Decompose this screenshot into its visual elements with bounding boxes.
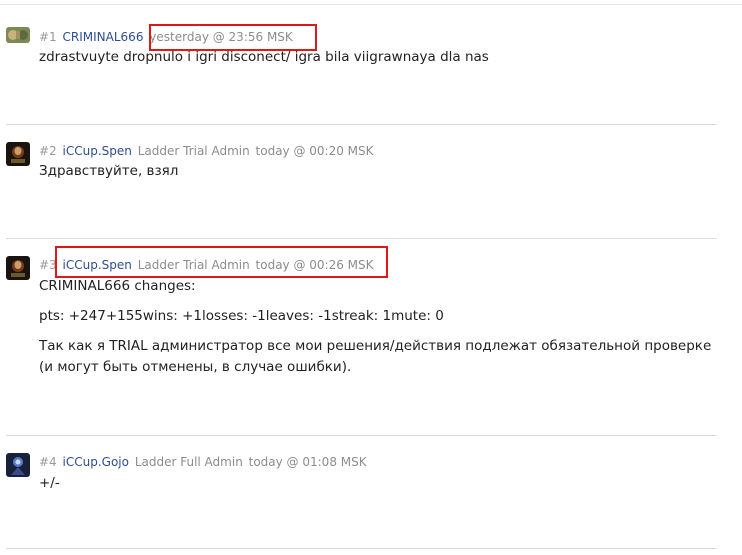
post-body: Здравствуйте, взял [39,161,729,182]
highlight-box [149,24,317,51]
post-header: #2 iCCup.Spen Ladder Trial Admin today @… [39,143,374,159]
post-date[interactable]: today @ 00:20 MSK [256,144,374,158]
post-number[interactable]: #4 [39,455,57,469]
post-text: pts: +247+155wins: +1losses: -1leaves: -… [39,308,444,324]
user-role: Ladder Full Admin [134,455,243,469]
post-text: Так как я TRIAL администратор все мои ре… [39,338,712,375]
post-body: CRIMINAL666 changes: pts: +247+155wins: … [39,276,729,378]
post-text: CRIMINAL666 changes: [39,278,196,294]
post-text: zdrastvuyte dropnulo i igri disconect/ i… [39,49,489,65]
post-text: +/- [39,475,60,491]
avatar[interactable] [6,142,30,166]
post-body: +/- [39,473,729,494]
post-number[interactable]: #1 [39,30,57,44]
user-role: Ladder Trial Admin [137,144,250,158]
username-link[interactable]: iCCup.Gojo [63,455,129,469]
post-number[interactable]: #2 [39,144,57,158]
username-link[interactable]: CRIMINAL666 [63,30,144,44]
avatar[interactable] [6,256,30,280]
avatar[interactable] [6,27,30,43]
post-divider [6,548,717,549]
post-divider [6,124,717,125]
username-link[interactable]: iCCup.Spen [63,144,132,158]
avatar[interactable] [6,453,30,477]
post-header: #4 iCCup.Gojo Ladder Full Admin today @ … [39,454,367,470]
top-divider [0,4,742,5]
highlight-box [55,246,388,278]
post-text: Здравствуйте, взял [39,163,179,179]
post-date[interactable]: today @ 01:08 MSK [249,455,367,469]
post-divider [6,435,717,436]
post-body: zdrastvuyte dropnulo i igri disconect/ i… [39,47,729,68]
post-divider [6,238,717,239]
